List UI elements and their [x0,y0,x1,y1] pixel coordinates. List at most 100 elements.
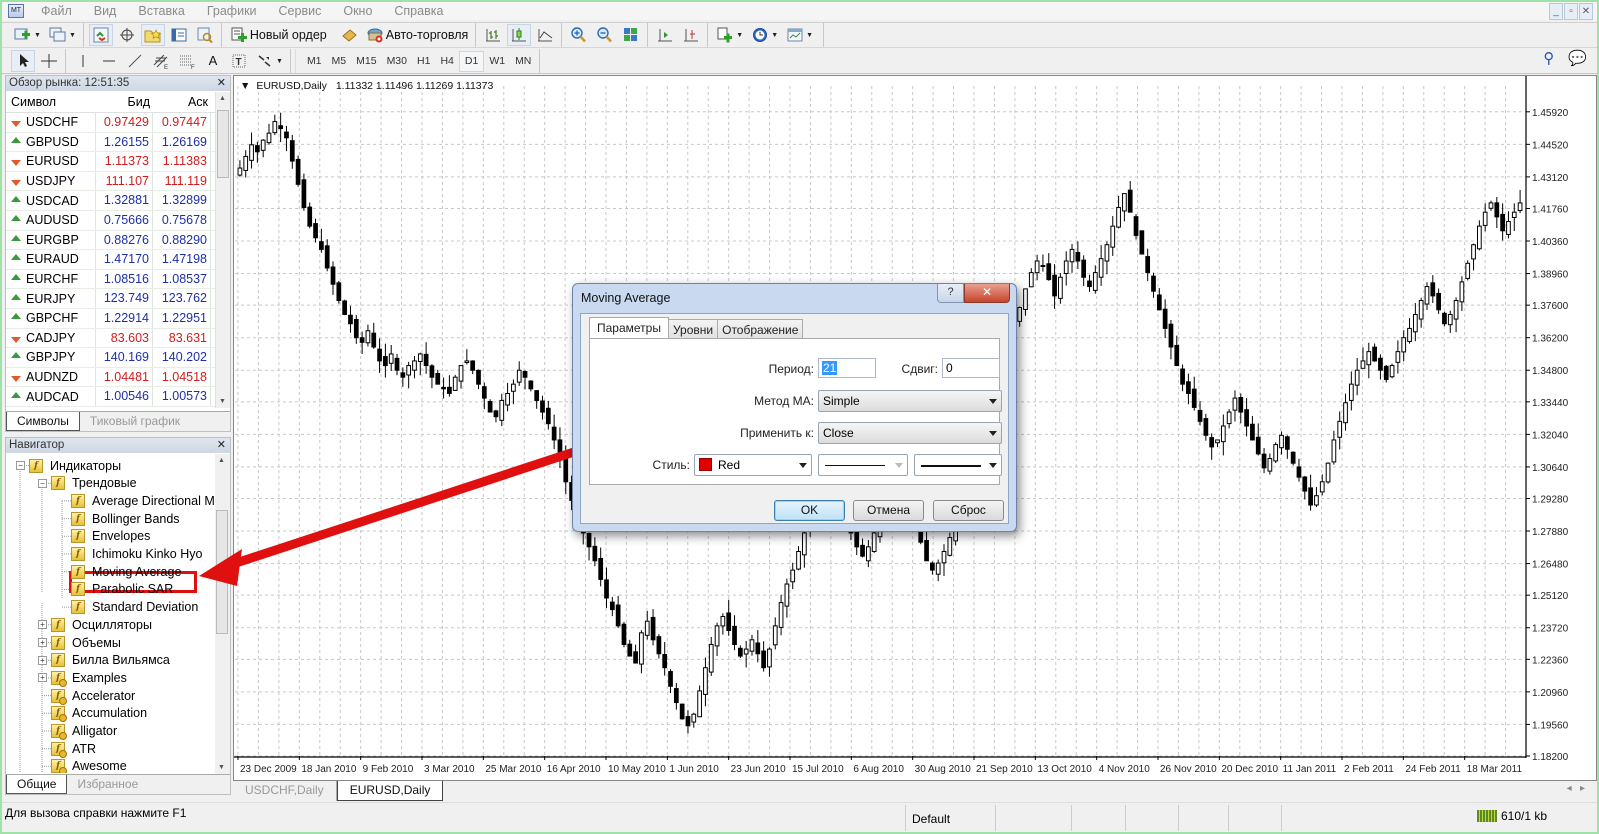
ok-button[interactable]: OK [774,500,845,521]
navigator-item[interactable]: f Envelopes [71,528,150,545]
timeframe-mn[interactable]: MN [510,51,536,72]
navigator-item[interactable]: f Average Directional M [71,492,215,509]
cursor-button[interactable] [11,50,35,72]
navigator-item[interactable]: f Alligator [51,723,117,740]
navigator-item[interactable]: f Accumulation [51,705,147,723]
market-watch-row[interactable]: EURUSD 1.11373 1.11383 [6,152,230,172]
market-watch-row[interactable]: CADJPY 83.603 83.631 [6,328,230,349]
arrows-button[interactable]: ▼ [253,50,286,72]
line-style-select[interactable] [818,454,908,476]
market-watch-row[interactable]: USDCAD 1.32881 1.32899 [6,191,230,211]
scrollbar-thumb[interactable] [217,110,229,178]
zoom-out-button[interactable] [593,24,617,46]
equidistant-channel-button[interactable]: E [149,50,173,72]
navigator-item[interactable]: f Билла Вильямса [51,652,170,669]
menu-window[interactable]: Окно [332,4,383,18]
strategy-tester-button[interactable] [193,24,217,46]
expand-icon[interactable]: + [38,655,47,665]
navigator-item[interactable]: f Moving Average [71,563,181,580]
menu-insert[interactable]: Вставка [127,4,195,18]
navigator-item[interactable]: f Accelerator [51,687,135,705]
market-watch-button[interactable] [88,24,113,46]
navigator-item[interactable]: f Standard Deviation [71,599,198,616]
auto-scroll-button[interactable] [679,24,703,46]
navigator-item[interactable]: f Объемы [51,634,121,651]
profiles-button[interactable]: ▼ [46,24,79,46]
close-icon[interactable]: ✕ [217,438,226,453]
timeframe-w1[interactable]: W1 [484,51,510,72]
market-watch-row[interactable]: EURCHF 1.08516 1.08537 [6,269,230,290]
restore-icon[interactable]: ▫ [1564,3,1578,20]
menu-tools[interactable]: Сервис [268,4,333,18]
zoom-in-button[interactable] [567,24,591,46]
market-watch-row[interactable]: AUDNZD 1.04481 1.04518 [6,367,230,388]
apply-to-select[interactable]: Close [818,422,1002,444]
navigator-button[interactable] [140,24,165,46]
navigator-scrollbar[interactable]: ▲ ▼ [215,454,230,774]
horizontal-line-button[interactable] [97,50,121,72]
menu-charts[interactable]: Графики [196,4,268,18]
line-width-select[interactable] [914,454,1002,476]
data-window-button[interactable] [115,24,139,46]
navigator-item[interactable]: f Examples [51,669,127,687]
navigator-item[interactable]: f Awesome [51,758,127,773]
market-watch-row[interactable]: USDJPY 111.107 111.119 [6,171,230,192]
chart-menu-icon[interactable]: ▼ [240,80,250,92]
menu-file[interactable]: Файл [30,4,83,18]
tab-scroll-arrows[interactable]: ◂ ▸ [1567,783,1585,794]
tab-favorites[interactable]: Избранное [67,775,148,794]
color-select[interactable]: Red [694,454,812,476]
market-watch-scrollbar[interactable]: ▲ ▼ [215,92,230,408]
timeframe-d1[interactable]: D1 [458,50,485,72]
navigator-item[interactable]: f Индикаторы [29,457,121,474]
line-chart-button[interactable] [533,24,557,46]
fibonacci-button[interactable]: F [175,50,199,72]
column-header-symbol[interactable]: Символ [6,95,96,109]
trendline-button[interactable] [123,50,147,72]
period-input[interactable]: 21 [818,358,876,378]
scrollbar-thumb[interactable] [216,510,228,634]
timeframe-m5[interactable]: M5 [327,51,352,72]
market-watch-row[interactable]: EURJPY 123.749 123.762 [6,289,230,309]
terminal-button[interactable] [167,24,191,46]
expand-icon[interactable]: + [38,673,47,683]
auto-trading-button[interactable]: Авто-торговля [363,24,472,46]
navigator-item[interactable]: f Ichimoku Kinko Hyo [71,546,202,563]
timeframe-m1[interactable]: M1 [302,51,327,72]
market-watch-row[interactable]: GBPUSD 1.26155 1.26169 [6,132,230,153]
scroll-up-icon[interactable]: ▲ [219,95,226,102]
tab-levels[interactable]: Уровни [667,319,719,340]
metaeditor-button[interactable] [337,24,361,46]
navigator-item[interactable]: f ATR [51,740,96,758]
periods-button[interactable]: ▼ [748,24,781,46]
vertical-line-button[interactable] [71,50,95,72]
text-label-button[interactable]: T [227,50,251,72]
tab-usdchf-daily[interactable]: USDCHF,Daily [233,781,337,801]
scroll-down-icon[interactable]: ▼ [218,764,225,771]
collapse-icon[interactable]: − [16,461,25,470]
dialog-close-button[interactable]: ✕ [964,284,1010,303]
tab-eurusd-daily[interactable]: EURUSD,Daily [336,781,444,801]
tab-tick-chart[interactable]: Тиковый график [80,412,190,431]
market-watch-row[interactable]: EURGBP 0.88276 0.88290 [6,230,230,251]
timeframe-h1[interactable]: H1 [412,51,435,72]
cancel-button[interactable]: Отмена [853,500,924,521]
help-button[interactable]: ? [937,284,964,303]
column-header-ask[interactable]: Аск [153,95,211,109]
reset-button[interactable]: Сброс [933,500,1004,521]
market-watch-row[interactable]: USDCHF 0.97429 0.97447 [6,113,230,133]
navigator-item[interactable]: f Осцилляторы [51,616,152,633]
method-select[interactable]: Simple [818,390,1002,412]
menu-view[interactable]: Вид [83,4,128,18]
indicators-list-button[interactable]: ▼ [713,24,746,46]
timeframe-m30[interactable]: M30 [382,51,412,72]
new-chart-button[interactable]: ▼ [11,24,44,46]
timeframe-h4[interactable]: H4 [435,51,458,72]
market-watch-row[interactable]: GBPJPY 140.169 140.202 [6,348,230,368]
scroll-down-icon[interactable]: ▼ [219,398,226,405]
market-watch-row[interactable]: AUDCAD 1.00546 1.00573 [6,387,230,407]
expand-icon[interactable]: + [38,638,47,647]
text-button[interactable]: A [201,50,225,72]
tab-common[interactable]: Общие [6,775,68,794]
market-watch-row[interactable]: AUDUSD 0.75666 0.75678 [6,210,230,231]
